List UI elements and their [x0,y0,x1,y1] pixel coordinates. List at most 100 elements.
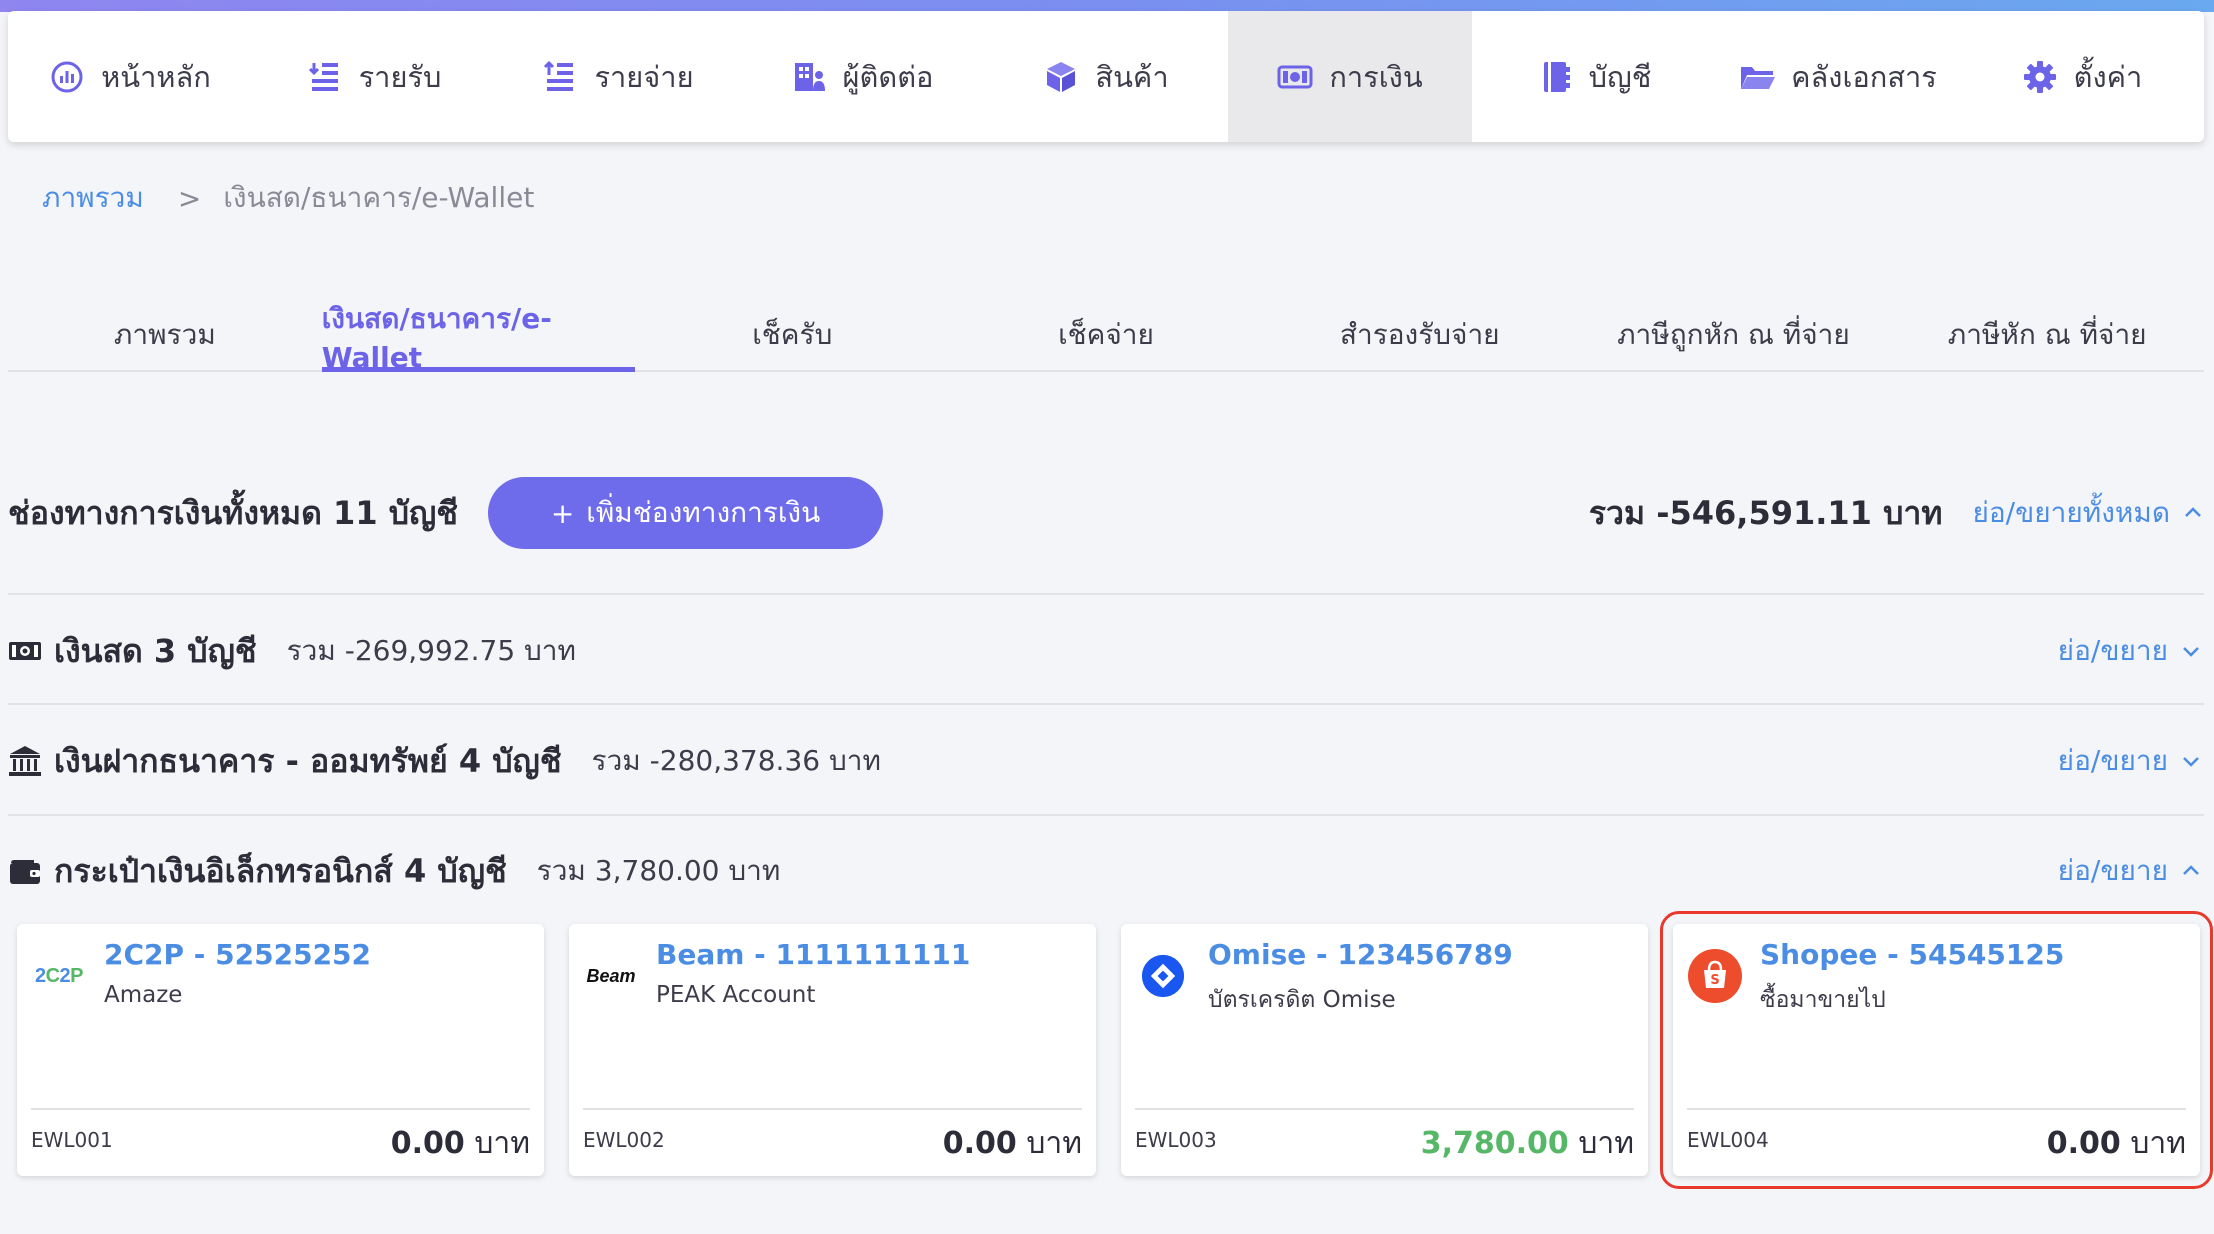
group-ewallet: กระเป๋าเงินอิเล็กทรอนิกส์ 4 บัญชี รวม 3,… [8,836,2204,906]
chevron-down-icon [2180,750,2202,772]
bank-icon [8,744,42,778]
nav-item-income[interactable]: รายรับ [252,11,496,142]
wallet-amount: 0.00 [942,1126,1017,1161]
chevron-up-icon [2182,502,2204,524]
toggle-all-link[interactable]: ย่อ/ขยายทั้งหมด [1972,491,2204,535]
chevron-up-icon [2180,860,2202,882]
tab-withholding-tax-paid[interactable]: ภาษีหัก ณ ที่จ่าย [1890,300,2204,370]
product-box-icon [1043,59,1079,95]
divider [1687,1108,2186,1110]
tab-cheque-received[interactable]: เช็ครับ [635,300,949,370]
tab-cheque-paid[interactable]: เช็คจ่าย [949,300,1263,370]
accounts-summary: ช่องทางการเงินทั้งหมด 11 บัญชี + เพิ่มช่… [8,476,2204,550]
tab-cash-bank-ewallet[interactable]: เงินสด/ธนาคาร/e-Wallet [321,300,636,374]
group-title: กระเป๋าเงินอิเล็กทรอนิกส์ 4 บัญชี [54,851,507,890]
wallet-card[interactable]: Beam Beam - 1111111111 PEAK Account EWL0… [569,924,1096,1176]
breadcrumb-root-link[interactable]: ภาพรวม [42,176,144,220]
breadcrumb-current: เงินสด/ธนาคาร/e-Wallet [223,181,535,214]
group-toggle-bank[interactable]: ย่อ/ขยาย [2058,739,2202,783]
expense-list-icon [542,59,578,95]
wallet-name-link[interactable]: Beam - 1111111111 [656,938,970,971]
wallet-description: PEAK Account [656,982,816,1008]
grand-total: รวม -546,591.11 บาท [1588,493,1943,532]
nav-label: ผู้ติดต่อ [842,59,934,94]
gear-icon [2022,59,2058,95]
tab-overview[interactable]: ภาพรวม [8,300,322,370]
group-cash: เงินสด 3 บัญชี รวม -269,992.75 บาท ย่อ/ข… [8,616,2204,686]
chevron-down-icon [2180,640,2202,662]
logo-beam: Beam [586,965,636,986]
omise-logo-icon [1135,948,1191,1004]
divider [583,1108,1082,1110]
dashboard-icon [49,59,85,95]
group-sum: รวม -269,992.75 บาท [286,634,576,667]
tab-petty-cash[interactable]: สำรองรับจ่าย [1263,300,1577,370]
wallet-cards: 2C2P 2C2P - 52525252 Amaze EWL001 0.00 บ… [17,911,2213,1189]
wallet-currency: บาท [1578,1126,1634,1161]
nav-item-documents[interactable]: คลังเอกสาร [1716,11,1960,142]
main-nav: หน้าหลัก รายรับ รายจ่าย ผู้ติดต่อ สินค้า… [8,11,2204,142]
wallet-currency: บาท [2130,1126,2186,1161]
finance-tabs: ภาพรวม เงินสด/ธนาคาร/e-Wallet เช็ครับ เช… [8,300,2204,374]
nav-item-settings[interactable]: ตั้งค่า [1960,11,2204,142]
wallet-currency: บาท [1026,1126,1082,1161]
cash-icon [8,634,42,668]
nav-label: รายรับ [358,59,442,94]
wallet-code: EWL001 [31,1128,113,1152]
divider [1135,1108,1634,1110]
group-toggle-cash[interactable]: ย่อ/ขยาย [2058,629,2202,673]
nav-item-products[interactable]: สินค้า [984,11,1228,142]
nav-item-expense[interactable]: รายจ่าย [496,11,740,142]
toggle-label: ย่อ/ขยาย [2057,854,2168,887]
wallet-card[interactable]: Omise - 123456789 บัตรเครดิต Omise EWL00… [1121,924,1648,1176]
wallet-code: EWL003 [1135,1128,1217,1152]
wallet-name-link[interactable]: Shopee - 54545125 [1760,938,2064,971]
logo-2c2p: 2C2P [34,964,84,987]
add-finance-channel-button[interactable]: + เพิ่มช่องทางการเงิน [488,477,884,549]
accounts-count-title: ช่องทางการเงินทั้งหมด 11 บัญชี [8,493,459,532]
wallet-balance: 3,780.00 บาท [1421,1120,1634,1167]
nav-item-accounts[interactable]: บัญชี [1472,11,1716,142]
wallet-amount: 0.00 [2046,1126,2121,1161]
toggle-label: ย่อ/ขยาย [2057,634,2168,667]
plus-icon: + [550,496,575,530]
wallet-balance: 0.00 บาท [943,1120,1082,1167]
wallet-code: EWL002 [583,1128,665,1152]
shopee-logo-icon: S [1687,948,1743,1004]
nav-item-home[interactable]: หน้าหลัก [8,11,252,142]
nav-item-finance[interactable]: การเงิน [1228,11,1472,142]
income-list-icon [307,59,343,95]
money-bill-icon [1277,59,1313,95]
wallet-name-link[interactable]: 2C2P - 52525252 [104,938,371,971]
nav-label: ตั้งค่า [2073,59,2143,94]
divider [8,814,2204,816]
nav-label: การเงิน [1329,59,1423,94]
folder-open-icon [1739,59,1776,95]
breadcrumb-separator: > [177,181,202,215]
wallet-description: Amaze [104,982,183,1008]
group-title: เงินฝากธนาคาร - ออมทรัพย์ 4 บัญชี [54,741,562,780]
ledger-book-icon [1537,59,1573,95]
wallet-currency: บาท [474,1126,530,1161]
group-bank: เงินฝากธนาคาร - ออมทรัพย์ 4 บัญชี รวม -2… [8,726,2204,796]
wallet-name-link[interactable]: Omise - 123456789 [1208,938,1513,971]
contacts-building-icon [791,59,827,95]
svg-text:S: S [1710,973,1719,988]
nav-item-contacts[interactable]: ผู้ติดต่อ [740,11,984,142]
wallet-code: EWL004 [1687,1128,1769,1152]
add-button-label: เพิ่มช่องทางการเงิน [586,496,821,529]
wallet-amount: 0.00 [390,1126,465,1161]
nav-label: สินค้า [1095,59,1169,94]
wallet-card-highlighted[interactable]: S Shopee - 54545125 ซื้อมาขายไป EWL004 0… [1660,911,2213,1189]
tab-withholding-tax-deducted[interactable]: ภาษีถูกหัก ณ ที่จ่าย [1577,300,1891,370]
toggle-label: ย่อ/ขยาย [2057,744,2168,777]
group-title: เงินสด 3 บัญชี [54,631,257,670]
group-sum: รวม 3,780.00 บาท [536,854,781,887]
nav-label: คลังเอกสาร [1791,59,1937,94]
group-toggle-ewallet[interactable]: ย่อ/ขยาย [2058,849,2202,893]
wallet-card[interactable]: 2C2P 2C2P - 52525252 Amaze EWL001 0.00 บ… [17,924,544,1176]
wallet-amount: 3,780.00 [1420,1126,1569,1161]
wallet-balance: 0.00 บาท [391,1120,530,1167]
breadcrumb: ภาพรวม > เงินสด/ธนาคาร/e-Wallet [42,178,534,218]
wallet-balance: 0.00 บาท [2047,1120,2186,1167]
